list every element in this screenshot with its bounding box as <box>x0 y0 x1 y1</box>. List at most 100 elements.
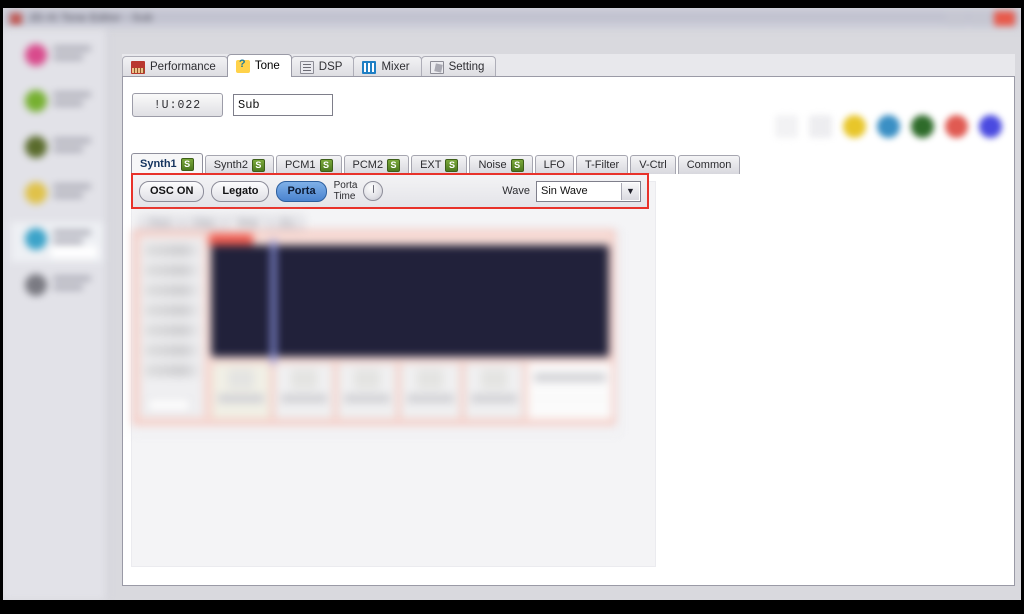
envelope-editor-region: Pitch Filter Amp Etc <box>131 215 651 490</box>
save-icon[interactable] <box>809 115 832 138</box>
osc-settings-panel: OSC ON Legato Porta Porta Time Wave Sin … <box>131 173 649 209</box>
status-badge: S <box>387 158 401 172</box>
envelope-param-column[interactable] <box>139 236 205 419</box>
subtab-lfo[interactable]: LFO <box>534 155 574 174</box>
patch-name-input[interactable] <box>233 94 333 116</box>
sidebar-active-indicator <box>51 246 97 258</box>
envelope-stage-cells[interactable] <box>211 362 613 420</box>
close-button[interactable] <box>994 11 1015 26</box>
stage-knob[interactable] <box>228 369 255 389</box>
param-row[interactable] <box>145 244 199 257</box>
options-label <box>533 373 606 382</box>
subtab-pcm1[interactable]: PCM1 S <box>275 155 342 174</box>
main-tabstrip[interactable]: Performance Tone DSP Mixer Setting <box>122 54 497 77</box>
envelope-tab-filter[interactable]: Filter <box>183 215 226 230</box>
tone-icon <box>235 58 250 73</box>
patches-icon <box>25 90 47 112</box>
tab-performance[interactable]: Performance <box>122 56 228 77</box>
minimize-button[interactable] <box>946 11 967 26</box>
param-row[interactable] <box>145 364 199 377</box>
tab-dsp[interactable]: DSP <box>290 56 355 77</box>
folder-icon[interactable] <box>843 115 866 138</box>
sidebar-item-label <box>53 92 91 110</box>
envelope-tab-pitch[interactable]: Pitch <box>139 215 182 230</box>
tab-mixer[interactable]: Mixer <box>353 56 422 77</box>
osc-on-button[interactable]: OSC ON <box>139 180 205 202</box>
subtab-v-ctrl[interactable]: V-Ctrl <box>630 155 676 174</box>
subtab-common[interactable]: Common <box>677 155 741 174</box>
globe-icon[interactable] <box>979 115 1002 138</box>
tab-label: Tone <box>254 60 280 72</box>
sidebar-item-label <box>53 138 91 156</box>
subtab-label: LFO <box>543 159 565 171</box>
porta-time-knob[interactable] <box>362 181 383 201</box>
status-badge: S <box>319 158 333 172</box>
presets-icon <box>25 136 47 158</box>
stage-knob[interactable] <box>417 369 444 389</box>
envelope-stage-cell[interactable] <box>463 362 524 420</box>
synth-part-tabstrip[interactable]: Synth1 S Synth2 S PCM1 S PCM2 S EXT S Noise S LFO T-F… <box>131 153 742 174</box>
envelope-stage-cell[interactable] <box>400 362 461 420</box>
tab-tone[interactable]: Tone <box>226 54 292 77</box>
window-controls[interactable] <box>946 11 1015 26</box>
patch-number-button[interactable]: !U:022 <box>132 93 223 117</box>
toolbar[interactable] <box>775 115 1002 138</box>
subtab-label: Common <box>686 159 732 171</box>
settings-icon <box>25 274 47 296</box>
status-badge: S <box>445 158 459 172</box>
param-row[interactable] <box>145 324 199 337</box>
sidebar-item-effects[interactable] <box>11 176 103 216</box>
porta-button[interactable]: Porta <box>276 180 327 202</box>
param-row[interactable] <box>145 304 199 317</box>
legato-button[interactable]: Legato <box>211 180 270 202</box>
envelope-stage-cell[interactable] <box>211 362 272 420</box>
stage-knob[interactable] <box>354 369 381 389</box>
subtab-noise[interactable]: Noise S <box>469 155 533 174</box>
sidebar-item-settings[interactable] <box>11 268 103 308</box>
tab-setting[interactable]: Setting <box>420 56 497 77</box>
param-row[interactable] <box>145 264 199 277</box>
send-icon[interactable] <box>877 115 900 138</box>
porta-time-label-line2: Time <box>333 191 356 202</box>
envelope-tabstrip[interactable]: Pitch Filter Amp Etc <box>139 215 306 230</box>
stage-knob[interactable] <box>480 369 507 389</box>
param-value-box[interactable] <box>147 398 191 412</box>
record-icon[interactable] <box>945 115 968 138</box>
subtab-pcm2[interactable]: PCM2 S <box>343 155 410 174</box>
stage-label <box>281 394 328 403</box>
sidebar-item-patches[interactable] <box>11 84 103 124</box>
window-titlebar[interactable]: JD-Xi Tone Editor - Sub <box>3 8 1021 30</box>
subtab-ext[interactable]: EXT S <box>411 155 468 174</box>
subtab-t-filter[interactable]: T-Filter <box>576 155 629 174</box>
envelope-stage-cell[interactable] <box>337 362 398 420</box>
chevron-down-icon[interactable]: ▼ <box>621 182 639 200</box>
sidebar-item-library[interactable] <box>11 38 103 78</box>
envelope-stage-cell[interactable] <box>274 362 335 420</box>
status-badge: S <box>251 158 265 172</box>
envelope-cursor[interactable] <box>271 240 276 364</box>
tree-icon[interactable] <box>911 115 934 138</box>
envelope-display[interactable] <box>211 240 609 364</box>
envelope-tab-etc[interactable]: Etc <box>270 215 305 230</box>
maximize-button[interactable] <box>970 11 991 26</box>
tab-content-pane: !U:022 Synth1SSynth2SPCM1SPCM2SEXTSNoise… <box>122 76 1015 586</box>
sidebar-item-presets[interactable] <box>11 130 103 170</box>
subtab-synth1[interactable]: Synth1 S <box>131 153 203 174</box>
open-icon[interactable] <box>775 115 798 138</box>
porta-time-label-line1: Porta <box>333 180 358 191</box>
envelope-options-cell[interactable] <box>526 362 613 420</box>
envelope-tab-amp[interactable]: Amp <box>227 215 269 230</box>
sidebar-item-editor[interactable] <box>11 222 103 262</box>
window-title: JD-Xi Tone Editor - Sub <box>29 12 153 24</box>
patch-header: !U:022 <box>132 93 333 117</box>
stage-label <box>407 394 454 403</box>
wave-select[interactable]: Sin Wave ▼ <box>536 180 641 202</box>
envelope-body <box>133 230 615 425</box>
tab-label: Setting <box>448 61 485 73</box>
porta-time-label: Porta Time <box>334 180 358 202</box>
param-row[interactable] <box>145 284 199 297</box>
param-row[interactable] <box>145 344 199 357</box>
tab-label: Mixer <box>381 61 410 73</box>
stage-knob[interactable] <box>291 369 318 389</box>
subtab-synth2[interactable]: Synth2 S <box>204 155 274 174</box>
